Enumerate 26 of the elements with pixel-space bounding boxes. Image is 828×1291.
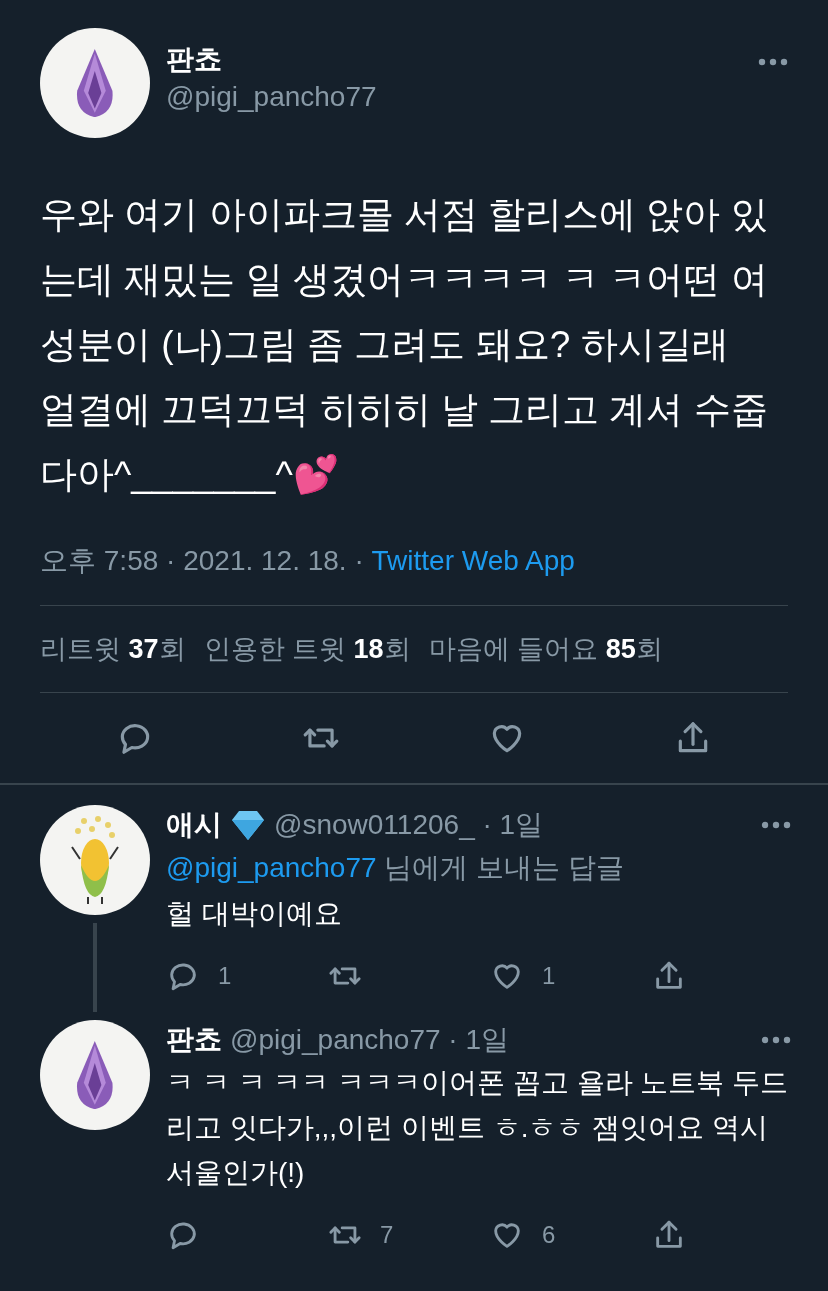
user-name[interactable]: 애시 bbox=[166, 805, 222, 845]
user-handle[interactable]: @pigi_pancho77 bbox=[166, 78, 742, 116]
tweet-text: 우와 여기 아이파크몰 서점 할리스에 앉아 있는데 재밌는 일 생겼어ㅋㅋㅋㅋ ㅋ ㅋ어떤 여성분이 (나)그림 좀 그려도 돼요? 하시길래 얼결에 끄덕끄덕 히히히 날 그리고 계셔 수줍다아^_______^💕 bbox=[40, 193, 769, 497]
action-count: 1 bbox=[218, 961, 232, 991]
stat-count[interactable]: 인용한 트윗 18회 bbox=[203, 628, 411, 670]
action-count: 6 bbox=[542, 1220, 556, 1250]
reply-context: 님에게 보내는 답글 bbox=[384, 852, 624, 883]
stat-count[interactable]: 마음에 들어요 85회 bbox=[428, 628, 663, 670]
more-icon[interactable] bbox=[758, 58, 788, 66]
mention-link[interactable]: @pigi_pancho77 bbox=[166, 852, 377, 883]
user-handle[interactable]: @pigi_pancho77 · 1일 bbox=[230, 1020, 753, 1060]
gemstone-picture-icon bbox=[75, 1040, 115, 1110]
more-icon[interactable] bbox=[761, 1036, 791, 1044]
more-icon[interactable] bbox=[761, 821, 791, 829]
user-name[interactable]: 판쵸 bbox=[166, 1020, 222, 1060]
action-count: 7 bbox=[380, 1220, 394, 1250]
user-name[interactable]: 판쵸 bbox=[166, 42, 742, 78]
gemstone-picture-icon bbox=[75, 48, 115, 118]
tweet-timestamp: 오후 7:58 · 2021. 12. 18. · bbox=[40, 545, 365, 576]
user-handle[interactable]: @snow011206_ · 1일 bbox=[274, 805, 753, 845]
reply-text: 헐 대박이예요 bbox=[166, 897, 343, 931]
stat-count[interactable]: 리트윗 37회 bbox=[40, 628, 186, 670]
diamond-emoji-icon bbox=[230, 809, 266, 841]
source-link[interactable]: Twitter Web App bbox=[371, 545, 575, 576]
action-count: 1 bbox=[542, 961, 556, 991]
reply-text: ㅋ ㅋ ㅋ ㅋㅋ ㅋㅋㅋ이어폰 꼽고 욜라 노트북 두드리고 잇다가,,,이런 이벤트 ㅎ.ㅎㅎ 잼잇어요 역시 서울인가(!) bbox=[166, 1066, 790, 1190]
